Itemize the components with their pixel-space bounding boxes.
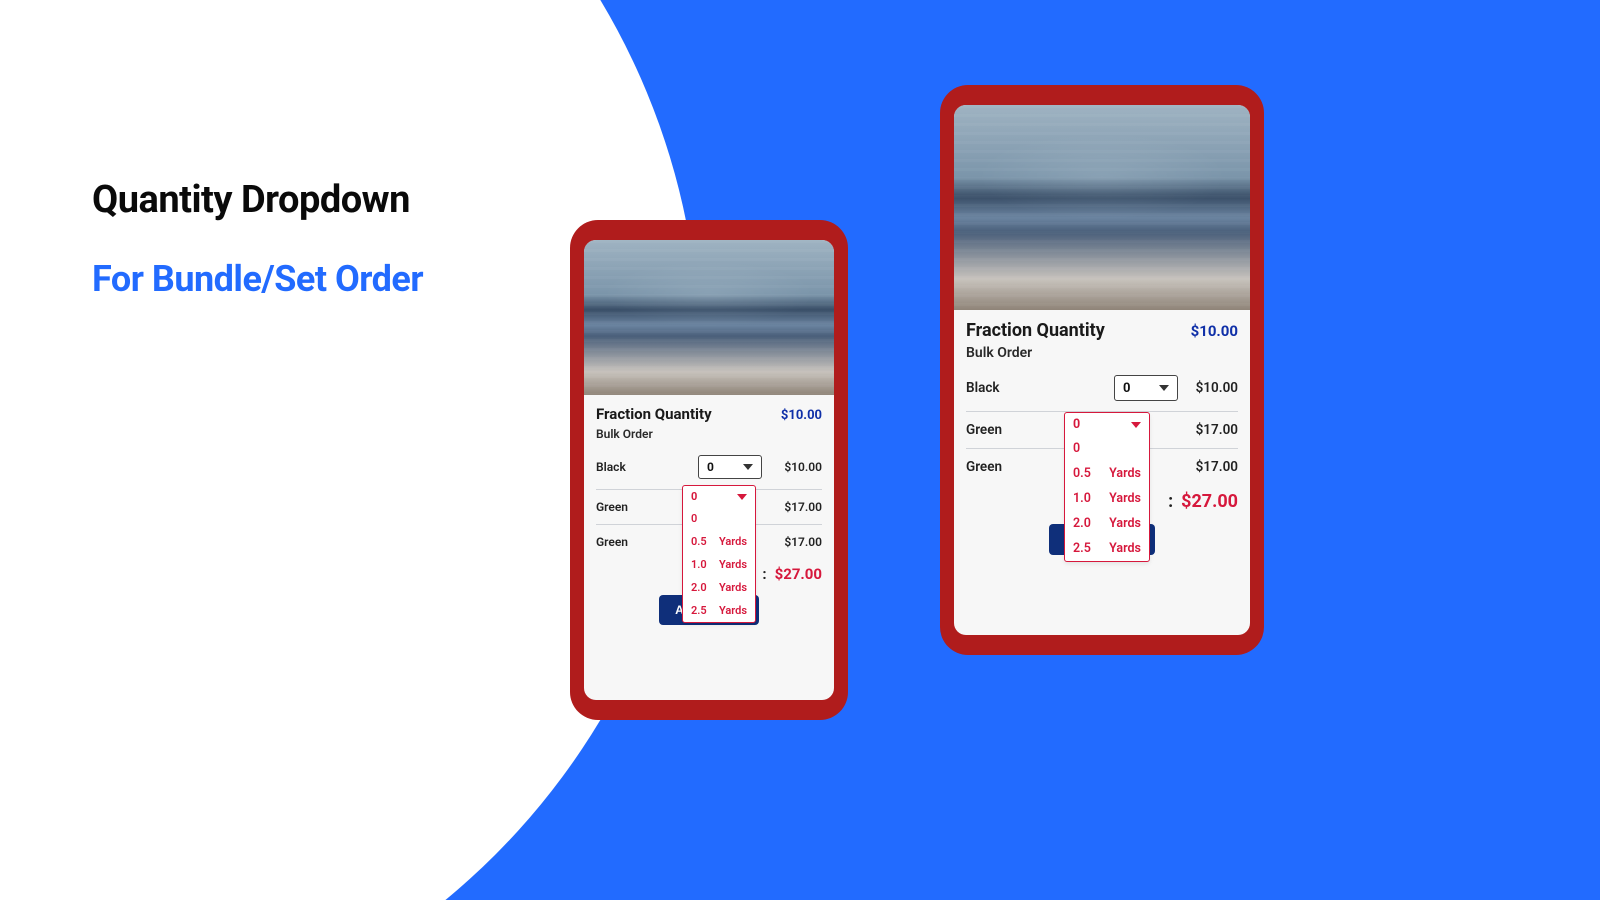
total-separator: : (762, 565, 766, 583)
total-amount: $27.00 (1181, 491, 1238, 512)
option-value: 1.0 (1073, 491, 1091, 506)
option-unit: Yards (1109, 541, 1141, 556)
option-value: 0 (691, 512, 697, 525)
headline-title: Quantity Dropdown (92, 178, 423, 222)
variant-row: Black 0 $10.00 (596, 451, 822, 489)
phone-screen: Fraction Quantity $10.00 Bulk Order Blac… (954, 105, 1250, 635)
phone-mock-1: Fraction Quantity $10.00 Bulk Order Blac… (570, 220, 848, 720)
chevron-down-icon (1131, 422, 1141, 428)
option-unit: Yards (1109, 466, 1141, 481)
dropdown-option[interactable]: 0.5 Yards (1065, 461, 1149, 486)
quantity-value: 0 (1123, 381, 1130, 396)
option-unit: Yards (1109, 516, 1141, 531)
variant-amount: $17.00 (1188, 459, 1238, 475)
chevron-down-icon (1159, 385, 1169, 391)
dropdown-header[interactable]: 0 (1065, 413, 1149, 436)
option-unit: Yards (719, 535, 747, 548)
product-subtitle: Bulk Order (596, 427, 822, 441)
dropdown-option[interactable]: 1.0 Yards (683, 553, 755, 576)
quantity-select[interactable]: 0 (1114, 375, 1178, 401)
option-unit: Yards (719, 558, 747, 571)
dropdown-option[interactable]: 0 (1065, 436, 1149, 461)
title-row: Fraction Quantity $10.00 (966, 320, 1238, 341)
quantity-select[interactable]: 0 (698, 455, 762, 479)
chevron-down-icon (743, 464, 753, 470)
quantity-dropdown-open[interactable]: 0 0 0.5 Yards 1.0 Yards 2.0 Yards 2.5 Yards (1064, 412, 1150, 562)
phone-screen: Fraction Quantity $10.00 Bulk Order Blac… (584, 240, 834, 700)
option-value: 0.5 (691, 535, 707, 548)
product-panel: Fraction Quantity $10.00 Bulk Order Blac… (584, 395, 834, 700)
option-value: 2.0 (1073, 516, 1091, 531)
dropdown-header-value: 0 (1073, 417, 1080, 432)
option-value: 0 (1073, 441, 1080, 456)
product-subtitle: Bulk Order (966, 345, 1238, 361)
title-row: Fraction Quantity $10.00 (596, 405, 822, 423)
dropdown-option[interactable]: 1.0 Yards (1065, 486, 1149, 511)
product-title: Fraction Quantity (596, 405, 712, 423)
dropdown-option[interactable]: 0.5 Yards (683, 530, 755, 553)
variant-label: Black (966, 380, 1104, 396)
dropdown-option[interactable]: 2.0 Yards (683, 576, 755, 599)
option-value: 1.0 (691, 558, 707, 571)
phone-mock-2: Fraction Quantity $10.00 Bulk Order Blac… (940, 85, 1264, 655)
product-panel: Fraction Quantity $10.00 Bulk Order Blac… (954, 310, 1250, 635)
quantity-dropdown-open[interactable]: 0 0 0.5 Yards 1.0 Yards 2.0 Yards 2.5 Yards (682, 485, 756, 623)
dropdown-option[interactable]: 0 (683, 507, 755, 530)
headline-subtitle: For Bundle/Set Order (92, 258, 423, 300)
total-separator: : (1168, 491, 1173, 512)
quantity-value: 0 (707, 460, 714, 474)
option-unit: Yards (719, 604, 747, 617)
product-price: $10.00 (781, 408, 822, 423)
promo-stage: Quantity Dropdown For Bundle/Set Order F… (0, 0, 1600, 900)
variant-row: Black 0 $10.00 (966, 371, 1238, 411)
chevron-down-icon (737, 494, 747, 500)
dropdown-header-value: 0 (691, 490, 697, 503)
dropdown-header[interactable]: 0 (683, 486, 755, 507)
variant-amount: $17.00 (772, 535, 822, 549)
product-title: Fraction Quantity (966, 320, 1105, 341)
headline-block: Quantity Dropdown For Bundle/Set Order (92, 178, 423, 300)
variant-amount: $10.00 (1188, 380, 1238, 396)
total-amount: $27.00 (775, 565, 822, 583)
product-price: $10.00 (1191, 322, 1238, 340)
option-value: 2.0 (691, 581, 707, 594)
option-value: 2.5 (1073, 541, 1091, 556)
option-value: 2.5 (691, 604, 707, 617)
variant-label: Black (596, 460, 688, 474)
dropdown-option[interactable]: 2.0 Yards (1065, 511, 1149, 536)
option-unit: Yards (719, 581, 747, 594)
option-unit: Yards (1109, 491, 1141, 506)
variant-amount: $10.00 (772, 460, 822, 474)
variant-amount: $17.00 (772, 500, 822, 514)
variant-amount: $17.00 (1188, 422, 1238, 438)
dropdown-option[interactable]: 2.5 Yards (683, 599, 755, 622)
product-image (954, 105, 1250, 310)
option-value: 0.5 (1073, 466, 1091, 481)
dropdown-option[interactable]: 2.5 Yards (1065, 536, 1149, 561)
product-image (584, 240, 834, 395)
